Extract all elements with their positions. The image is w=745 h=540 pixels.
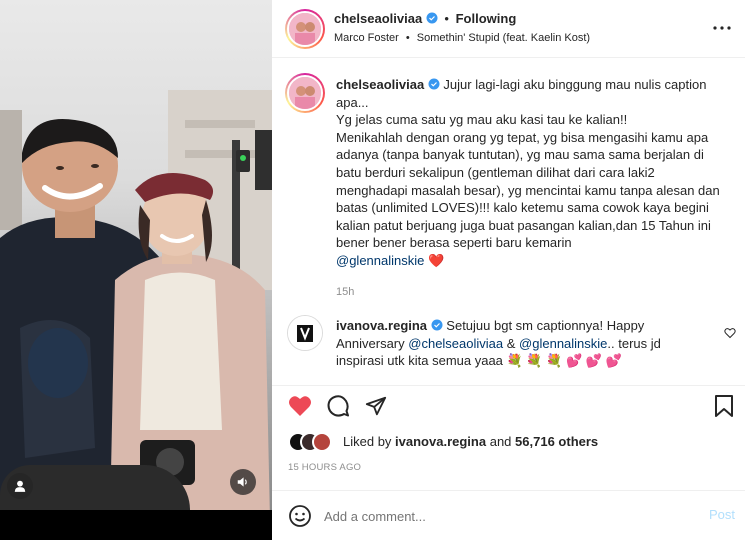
audio-toggle-button[interactable] [230, 469, 256, 495]
caption-line-3: Menikahlah dengan orang yg tepat, yg bis… [336, 129, 720, 251]
following-button[interactable]: Following [456, 11, 517, 26]
user-icon [14, 480, 26, 492]
post-side-panel: chelseaoliviaa • Following Marco Foster … [272, 0, 745, 540]
tagged-users-button[interactable] [7, 473, 33, 499]
comment-body: ivanova.regina Setujuu bgt sm captionnya… [336, 317, 706, 370]
comment-input[interactable] [324, 505, 664, 527]
author-username[interactable]: chelseaoliviaa [334, 11, 422, 26]
liked-by-and: and [489, 434, 512, 449]
woman-figure [110, 172, 270, 510]
comment-button[interactable] [324, 392, 352, 420]
share-button[interactable] [362, 392, 390, 420]
post-timestamp[interactable]: 15 HOURS AGO [288, 462, 361, 473]
caption-mention[interactable]: @glennalinskie [336, 253, 424, 268]
caption-line-2: Yg jelas cuma satu yg mau aku kasi tau k… [336, 112, 628, 128]
comment-bubble-icon [327, 395, 349, 417]
liked-by-summary: Liked by ivanova.regina and 56,716 other… [343, 434, 598, 449]
heart-emoji: ❤️ [427, 252, 445, 268]
save-button[interactable] [710, 392, 738, 420]
emoji-button[interactable] [286, 502, 314, 530]
smiley-icon [289, 505, 311, 527]
comment-mention-1[interactable]: @chelseaoliviaa [408, 336, 503, 351]
liked-by-user[interactable]: ivanova.regina [395, 434, 486, 449]
post-actions: Liked by ivanova.regina and 56,716 other… [272, 385, 745, 490]
post-photo [0, 0, 272, 510]
commenter-username[interactable]: ivanova.regina [336, 318, 427, 333]
comment-amp: & [506, 335, 516, 351]
music-artist[interactable]: Marco Foster [334, 32, 399, 44]
media-bottom-bar [0, 510, 272, 540]
like-button[interactable] [286, 392, 314, 420]
caption-author-username[interactable]: chelseaoliviaa [336, 77, 424, 92]
caption-author-avatar[interactable] [287, 75, 323, 111]
paper-plane-icon [365, 396, 387, 416]
header-dot: • [444, 11, 449, 26]
comment-like-button[interactable] [722, 325, 738, 341]
comment-emojis: 💐 💐 💐 💕 💕 💕 [506, 353, 622, 369]
caption-body: chelseaoliviaa Jujur lagi-lagi aku bingg… [336, 76, 726, 301]
comments-area[interactable]: chelseaoliviaa Jujur lagi-lagi aku bingg… [272, 59, 745, 385]
liked-by-prefix: Liked by [343, 434, 392, 449]
post-comment-button[interactable]: Post [709, 507, 735, 522]
comment-composer: Post [272, 490, 745, 540]
more-options-button[interactable] [710, 16, 734, 40]
speaker-icon [237, 477, 247, 487]
commenter-avatar[interactable] [287, 315, 323, 351]
more-horizontal-icon [713, 26, 731, 30]
liker-avatar-3 [312, 432, 332, 452]
comment-mention-2[interactable]: @glennalinskie [519, 336, 607, 351]
bookmark-icon [715, 395, 733, 417]
verified-badge-icon [426, 12, 438, 24]
music-track[interactable]: Somethin' Stupid (feat. Kaelin Kost) [417, 32, 590, 44]
music-separator: • [405, 32, 410, 44]
verified-badge-icon [431, 319, 443, 331]
verified-badge-icon [428, 78, 440, 90]
post-media[interactable] [0, 0, 272, 540]
liked-by-others[interactable]: 56,716 others [515, 434, 598, 449]
liker-avatars[interactable] [288, 432, 344, 452]
heart-filled-icon [289, 396, 311, 416]
caption-time[interactable]: 15h [336, 284, 726, 302]
author-avatar[interactable] [287, 11, 323, 47]
heart-outline-icon [724, 328, 736, 339]
post-header: chelseaoliviaa • Following Marco Foster … [272, 0, 745, 58]
